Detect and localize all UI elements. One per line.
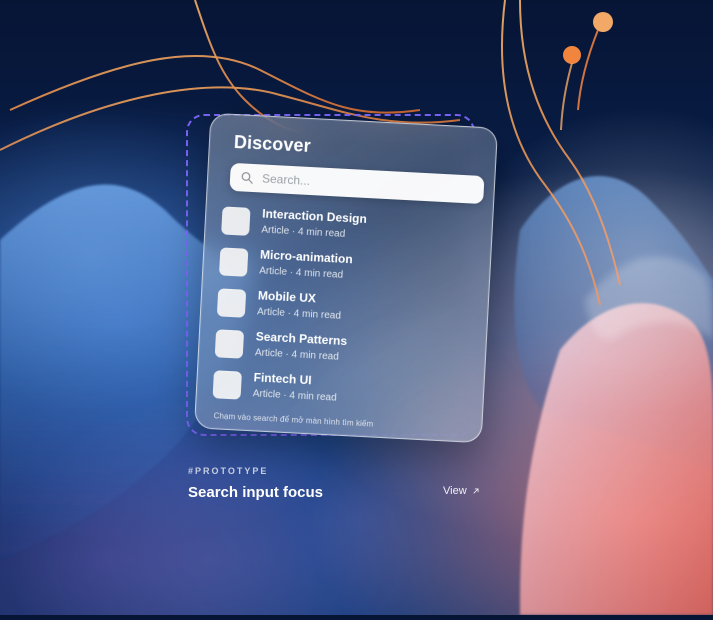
- search-icon: [241, 172, 253, 184]
- item-thumbnail: [221, 206, 251, 236]
- prototype-title: Search input focus: [188, 484, 324, 501]
- search-field[interactable]: [229, 162, 485, 205]
- item-meta: Micro-animation Article · 4 min read: [259, 247, 353, 282]
- item-meta: Fintech UI Article · 4 min read: [252, 370, 337, 404]
- blue-mountain-right: [514, 176, 713, 470]
- prototype-tag: #PROTOTYPE: [188, 466, 269, 476]
- item-subtitle: Article · 4 min read: [261, 224, 346, 240]
- item-subtitle: Article · 4 min read: [252, 388, 337, 404]
- view-link[interactable]: View: [443, 485, 481, 497]
- item-title: Fintech UI: [253, 370, 312, 388]
- item-meta: Interaction Design Article · 4 min read: [261, 207, 367, 242]
- item-thumbnail: [216, 288, 247, 318]
- orange-flowers: [560, 12, 613, 131]
- view-label: View: [443, 485, 467, 497]
- discover-card: Discover Interaction Design Article · 4 …: [193, 112, 499, 444]
- item-thumbnail: [214, 329, 245, 359]
- item-subtitle: Article · 4 min read: [256, 306, 342, 322]
- arrow-up-right-icon: [473, 488, 479, 494]
- item-meta: Mobile UX Article · 4 min read: [257, 288, 342, 322]
- results-list: Interaction Design Article · 4 min read …: [212, 204, 476, 422]
- item-thumbnail: [218, 247, 249, 277]
- item-subtitle: Article · 4 min read: [254, 347, 340, 363]
- search-input[interactable]: [261, 171, 475, 197]
- pink-flower-shape: [520, 303, 713, 615]
- card-title: Discover: [233, 131, 312, 156]
- item-title: Mobile UX: [257, 288, 317, 306]
- pink-flower-highlight: [585, 256, 713, 340]
- item-title: Interaction Design: [261, 206, 368, 226]
- item-thumbnail: [212, 370, 242, 400]
- item-subtitle: Article · 4 min read: [258, 265, 344, 281]
- item-meta: Search Patterns Article · 4 min read: [255, 329, 348, 364]
